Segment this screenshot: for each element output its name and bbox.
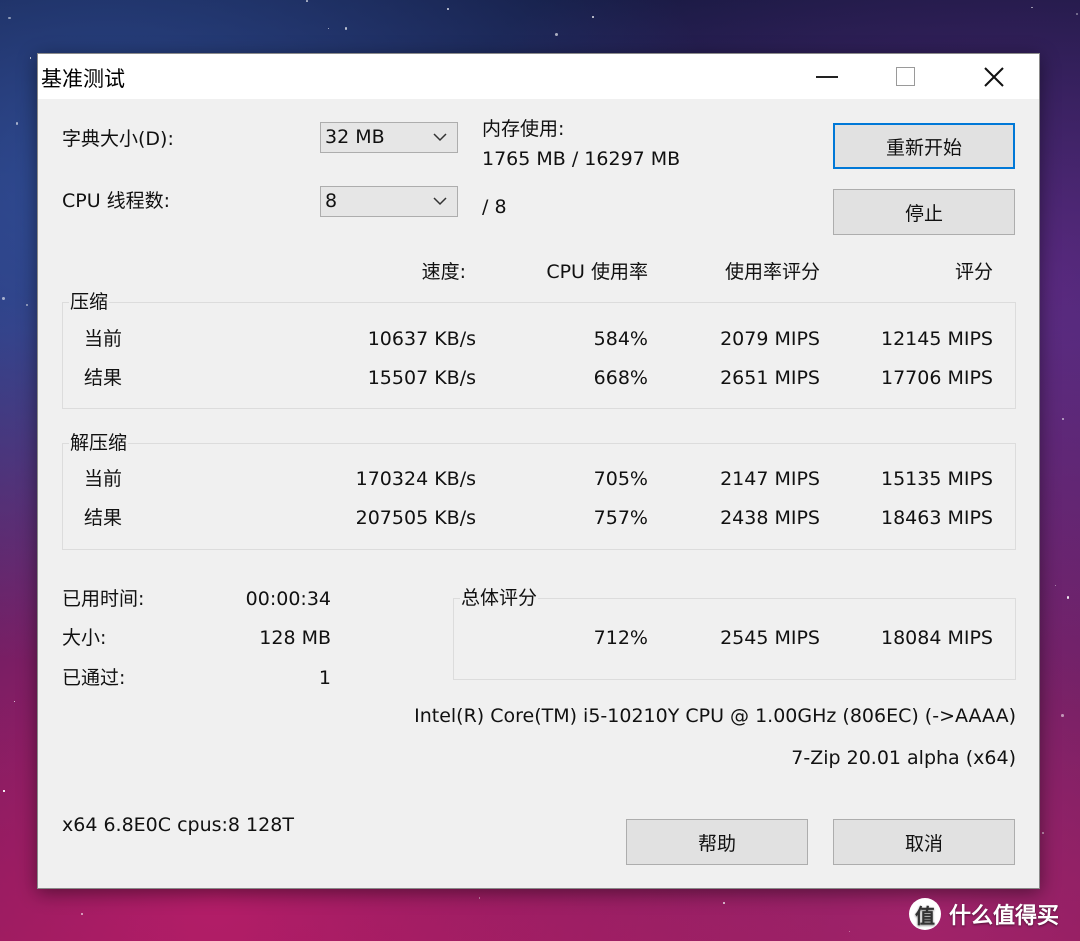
dict-size-label: 字典大小(D): bbox=[62, 128, 174, 150]
cancel-button[interactable]: 取消 bbox=[833, 819, 1015, 865]
star-dot bbox=[1067, 596, 1070, 599]
cpu-threads-label: CPU 线程数: bbox=[62, 190, 171, 212]
memory-usage-value: 1765 MB / 16297 MB bbox=[482, 148, 681, 170]
star-dot bbox=[722, 902, 725, 905]
close-button[interactable] bbox=[959, 54, 1029, 99]
star-dot bbox=[592, 15, 595, 18]
watermark-logo: 值 bbox=[909, 898, 941, 930]
star-dot bbox=[3, 790, 5, 792]
dict-size-value: 32 MB bbox=[325, 126, 385, 148]
row-name: 当前 bbox=[84, 328, 123, 350]
star-dot bbox=[447, 7, 450, 10]
row-cpu-usage: 668% bbox=[593, 367, 648, 389]
decompress-group-label: 解压缩 bbox=[69, 431, 129, 455]
passes-value: 1 bbox=[318, 667, 331, 689]
total-rating-label: 总体评分 bbox=[460, 586, 539, 610]
star-dot bbox=[81, 913, 84, 916]
minimize-button[interactable] bbox=[792, 54, 862, 99]
row-name: 结果 bbox=[84, 507, 123, 529]
system-info: x64 6.8E0C cpus:8 128T bbox=[62, 814, 294, 836]
star-dot bbox=[848, 930, 850, 932]
total-cpu-usage: 712% bbox=[593, 627, 648, 649]
star-dot bbox=[305, 0, 308, 2]
star-dot bbox=[29, 56, 32, 59]
column-header-rating: 评分 bbox=[954, 261, 993, 283]
cpu-threads-value: 8 bbox=[325, 190, 338, 212]
row-cpu-usage: 757% bbox=[593, 507, 648, 529]
watermark-text: 什么值得买 bbox=[949, 904, 1060, 929]
row-name: 当前 bbox=[84, 468, 123, 490]
star-dot bbox=[478, 897, 481, 899]
column-header-usage-rating: 使用率评分 bbox=[724, 261, 820, 283]
title-bar[interactable]: 基准测试 bbox=[38, 54, 1039, 99]
row-speed: 207505 KB/s bbox=[355, 507, 476, 529]
size-label: 大小: bbox=[62, 627, 107, 649]
row-speed: 15507 KB/s bbox=[367, 367, 476, 389]
row-rating: 12145 MIPS bbox=[881, 328, 993, 350]
star-dot bbox=[13, 700, 16, 703]
star-dot bbox=[554, 33, 558, 37]
row-cpu-usage: 705% bbox=[593, 468, 648, 490]
star-dot bbox=[1042, 831, 1045, 834]
star-dot bbox=[1, 296, 6, 300]
star-dot bbox=[344, 27, 348, 30]
chevron-down-icon bbox=[433, 133, 447, 142]
row-rating: 15135 MIPS bbox=[881, 468, 993, 490]
size-value: 128 MB bbox=[259, 627, 331, 649]
row-usage-rating: 2438 MIPS bbox=[720, 507, 820, 529]
cpu-threads-total: / 8 bbox=[482, 196, 507, 218]
passes-label: 已通过: bbox=[62, 667, 126, 689]
star-dot bbox=[1062, 418, 1064, 420]
cpu-name: Intel(R) Core(TM) i5-10210Y CPU @ 1.00GH… bbox=[414, 705, 1016, 727]
total-usage-rating: 2545 MIPS bbox=[720, 627, 820, 649]
dict-size-select[interactable]: 32 MB bbox=[320, 122, 458, 153]
minimize-icon bbox=[816, 75, 838, 78]
row-name: 结果 bbox=[84, 367, 123, 389]
maximize-button[interactable] bbox=[870, 54, 940, 99]
total-rating: 18084 MIPS bbox=[881, 627, 993, 649]
row-cpu-usage: 584% bbox=[593, 328, 648, 350]
star-dot bbox=[8, 17, 11, 20]
compress-group bbox=[62, 302, 1016, 409]
row-rating: 17706 MIPS bbox=[881, 367, 993, 389]
row-usage-rating: 2651 MIPS bbox=[720, 367, 820, 389]
row-usage-rating: 2079 MIPS bbox=[720, 328, 820, 350]
star-dot bbox=[327, 27, 330, 30]
star-dot bbox=[1061, 713, 1065, 717]
star-dot bbox=[1054, 584, 1056, 586]
restart-button[interactable]: 重新开始 bbox=[833, 123, 1015, 169]
maximize-icon bbox=[895, 67, 915, 86]
column-header-cpu-usage: CPU 使用率 bbox=[546, 261, 648, 283]
close-icon bbox=[984, 66, 1004, 87]
star-dot bbox=[15, 122, 19, 125]
site-watermark: 值 什么值得买 bbox=[909, 897, 1059, 931]
benchmark-window: 基准测试 字典大小(D): 32 MB CPU 线程数: 8 / 8 内存使用:… bbox=[37, 53, 1040, 889]
stop-button[interactable]: 停止 bbox=[833, 189, 1015, 235]
help-button[interactable]: 帮助 bbox=[626, 819, 808, 865]
row-speed: 10637 KB/s bbox=[367, 328, 476, 350]
elapsed-time-value: 00:00:34 bbox=[245, 588, 331, 610]
window-title: 基准测试 bbox=[41, 67, 125, 91]
star-dot bbox=[1031, 6, 1033, 9]
row-usage-rating: 2147 MIPS bbox=[720, 468, 820, 490]
star-dot bbox=[1076, 13, 1079, 15]
memory-usage-label: 内存使用: bbox=[482, 118, 565, 140]
column-header-speed: 速度: bbox=[421, 261, 466, 283]
cpu-threads-select[interactable]: 8 bbox=[320, 186, 458, 217]
elapsed-time-label: 已用时间: bbox=[62, 588, 145, 610]
chevron-down-icon bbox=[433, 197, 447, 206]
star-dot bbox=[25, 303, 29, 307]
decompress-group bbox=[62, 443, 1016, 550]
row-speed: 170324 KB/s bbox=[355, 468, 476, 490]
row-rating: 18463 MIPS bbox=[881, 507, 993, 529]
compress-group-label: 压缩 bbox=[69, 290, 110, 314]
version-info: 7-Zip 20.01 alpha (x64) bbox=[791, 747, 1016, 769]
